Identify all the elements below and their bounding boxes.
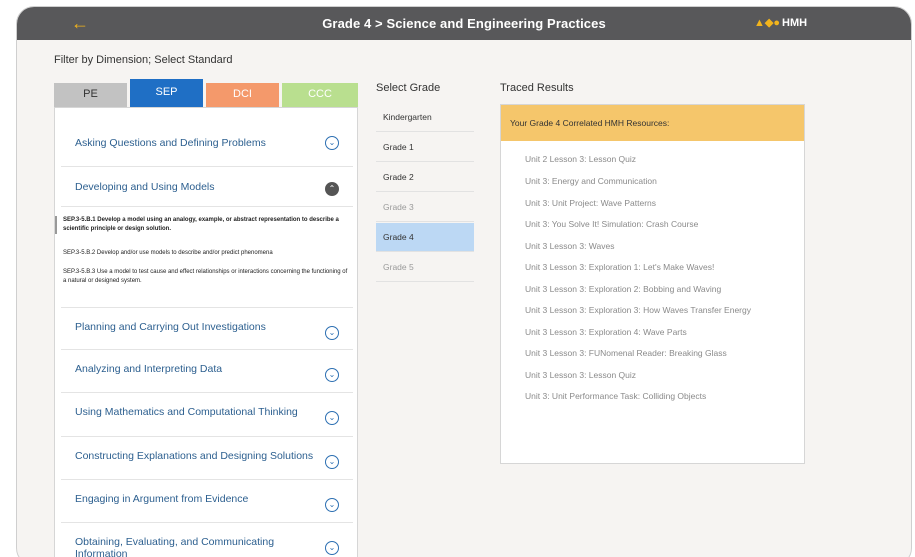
results-header: Your Grade 4 Correlated HMH Resources: — [501, 105, 804, 141]
select-grade-heading: Select Grade — [376, 82, 441, 94]
practice-communicating[interactable]: Obtaining, Evaluating, and Communicating… — [61, 523, 353, 557]
chevron-down-icon[interactable]: ⌄ — [325, 326, 339, 340]
practice-argument[interactable]: Engaging in Argument from Evidence ⌄ — [61, 480, 353, 523]
practice-label: Constructing Explanations and Designing … — [75, 450, 314, 462]
standard-item[interactable]: SEP.3-5.B.1 Develop a model using an ana… — [55, 216, 349, 234]
practice-label: Planning and Carrying Out Investigations — [75, 321, 266, 333]
hmh-logo: ▲◆● HMH — [754, 16, 807, 29]
result-item[interactable]: Unit 3: Energy and Communication — [525, 176, 657, 186]
result-item[interactable]: Unit 3 Lesson 3: Waves — [525, 241, 614, 251]
tab-dci[interactable]: DCI — [206, 83, 279, 107]
result-item[interactable]: Unit 3 Lesson 3: Exploration 4: Wave Par… — [525, 327, 687, 337]
dimension-tabs: PE SEP DCI CCC — [54, 79, 358, 107]
practice-label: Engaging in Argument from Evidence — [75, 493, 249, 505]
practice-asking-questions[interactable]: Asking Questions and Defining Problems ⌄ — [61, 108, 353, 167]
result-item[interactable]: Unit 3 Lesson 3: Lesson Quiz — [525, 370, 636, 380]
traced-results-heading: Traced Results — [500, 82, 574, 94]
practice-planning-investigations[interactable]: Planning and Carrying Out Investigations… — [61, 307, 353, 350]
chevron-down-icon[interactable]: ⌄ — [325, 455, 339, 469]
practice-explanations[interactable]: Constructing Explanations and Designing … — [61, 437, 353, 480]
traced-results-panel: Your Grade 4 Correlated HMH Resources: U… — [500, 104, 805, 464]
result-item[interactable]: Unit 3: You Solve It! Simulation: Crash … — [525, 219, 698, 229]
hmh-logo-text: HMH — [782, 17, 808, 29]
top-bar: ← Grade 4 > Science and Engineering Prac… — [17, 7, 911, 40]
filter-label: Filter by Dimension; Select Standard — [54, 54, 233, 66]
practice-mathematics[interactable]: Using Mathematics and Computational Thin… — [61, 393, 353, 437]
grade-kindergarten[interactable]: Kindergarten — [376, 103, 474, 132]
result-item[interactable]: Unit 3 Lesson 3: FUNomenal Reader: Break… — [525, 348, 727, 358]
chevron-up-icon[interactable]: ⌃ — [325, 182, 339, 196]
tab-sep[interactable]: SEP — [130, 79, 203, 107]
result-item[interactable]: Unit 3 Lesson 3: Exploration 3: How Wave… — [525, 305, 751, 315]
grade-5[interactable]: Grade 5 — [376, 253, 474, 282]
practice-label: Analyzing and Interpreting Data — [75, 363, 223, 375]
grade-4[interactable]: Grade 4 — [376, 223, 474, 252]
practice-developing-models[interactable]: Developing and Using Models ⌃ — [61, 167, 353, 207]
tab-pe[interactable]: PE — [54, 83, 127, 107]
practices-panel: Asking Questions and Defining Problems ⌄… — [54, 107, 358, 557]
chevron-down-icon[interactable]: ⌄ — [325, 541, 339, 555]
chevron-down-icon[interactable]: ⌄ — [325, 411, 339, 425]
practice-label: Using Mathematics and Computational Thin… — [75, 406, 298, 418]
standard-item[interactable]: SEP.3-5.B.2 Develop and/or use models to… — [55, 249, 349, 258]
result-item[interactable]: Unit 3: Unit Performance Task: Colliding… — [525, 391, 706, 401]
practice-label: Developing and Using Models — [75, 181, 215, 193]
hmh-logo-mark: ▲◆● — [754, 17, 780, 29]
result-item[interactable]: Unit 2 Lesson 3: Lesson Quiz — [525, 154, 636, 164]
result-item[interactable]: Unit 3 Lesson 3: Exploration 2: Bobbing … — [525, 284, 721, 294]
practice-label: Asking Questions and Defining Problems — [75, 137, 266, 149]
chevron-down-icon[interactable]: ⌄ — [325, 368, 339, 382]
result-item[interactable]: Unit 3: Unit Project: Wave Patterns — [525, 198, 656, 208]
practice-label: Obtaining, Evaluating, and Communicating… — [75, 536, 275, 557]
grade-2[interactable]: Grade 2 — [376, 163, 474, 192]
chevron-down-icon[interactable]: ⌄ — [325, 498, 339, 512]
result-item[interactable]: Unit 3 Lesson 3: Exploration 1: Let's Ma… — [525, 262, 714, 272]
chevron-down-icon[interactable]: ⌄ — [325, 136, 339, 150]
grade-3[interactable]: Grade 3 — [376, 193, 474, 222]
practice-analyzing-data[interactable]: Analyzing and Interpreting Data ⌄ — [61, 350, 353, 393]
grade-1[interactable]: Grade 1 — [376, 133, 474, 162]
standard-item[interactable]: SEP.3-5.B.3 Use a model to test cause an… — [55, 268, 349, 286]
tab-ccc[interactable]: CCC — [282, 83, 358, 107]
